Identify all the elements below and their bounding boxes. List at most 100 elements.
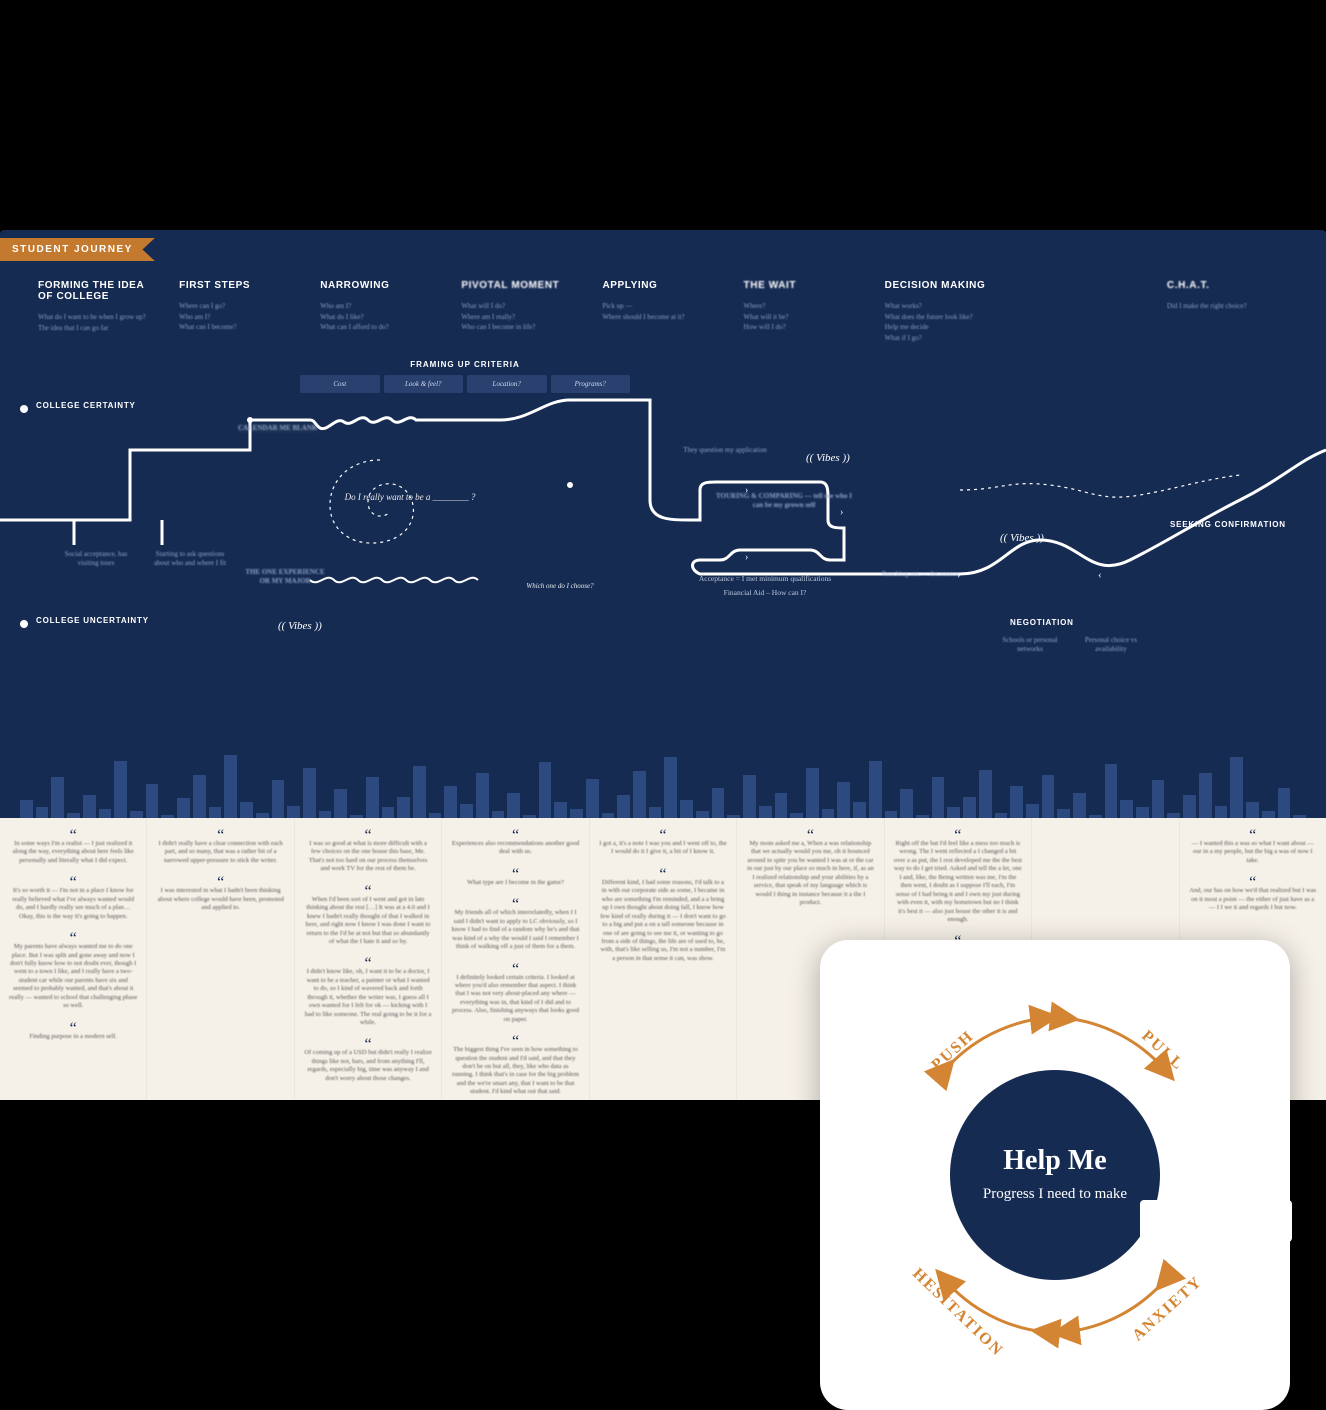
- quote-mark-icon: “: [9, 935, 137, 943]
- bar: [1073, 793, 1086, 820]
- quote-text: Different kind, I had some reasons, I'd …: [599, 879, 727, 963]
- quote-block: “I definitely looked certain criteria. I…: [451, 966, 579, 1025]
- phase-pivotal: PIVOTAL MOMENT What will I do? Where am …: [451, 276, 592, 347]
- label-cluster-b: Starting to ask questions about who and …: [150, 550, 230, 568]
- journey-path-svg: › › › › ‹: [0, 390, 1326, 660]
- bar: [177, 798, 190, 820]
- label-which-one: Which one do I choose?: [520, 582, 600, 591]
- vibes-label-2: (( Vibes )): [806, 452, 850, 464]
- quote-mark-icon: “: [451, 966, 579, 974]
- phase-narrowing: NARROWING Who am I? What do I like? What…: [310, 276, 451, 347]
- quote-block: “My mom asked me a, When a was relations…: [746, 832, 874, 908]
- bar-chart: [20, 730, 1306, 820]
- bar: [476, 773, 489, 820]
- phase-blank: [1016, 276, 1157, 347]
- quote-text: Finding purpose in a modern self.: [9, 1033, 137, 1041]
- main-path: [0, 400, 1326, 574]
- bar: [444, 786, 457, 820]
- quote-mark-icon: “: [9, 1025, 137, 1033]
- quote-text: What type are I become in the game?: [451, 879, 579, 887]
- bar: [586, 779, 599, 820]
- bar: [1105, 764, 1118, 820]
- bar: [114, 761, 127, 820]
- arrow-icon: ‹: [1098, 569, 1102, 581]
- bar: [539, 762, 552, 820]
- label-reaching-out: Reaching out — the source: [880, 570, 960, 579]
- quote-block: “My parents have always wanted me to do …: [9, 935, 137, 1011]
- quote-block: “I didn't know like, oh, I want it to be…: [304, 960, 432, 1027]
- center-title: Help Me: [1003, 1145, 1106, 1177]
- quote-mark-icon: “: [451, 832, 579, 840]
- bar: [900, 789, 913, 820]
- bar: [193, 775, 206, 820]
- label-really-want: Do I really want to be a ________ ?: [330, 492, 490, 504]
- quote-text: My mom asked me a, When a was relationsh…: [746, 840, 874, 908]
- label-schools-or: Schools or personal networks: [1000, 636, 1060, 654]
- bar: [806, 768, 819, 820]
- label-they-question: They question my application: [680, 446, 770, 455]
- quote-mark-icon: “: [894, 832, 1022, 840]
- label-negotiation: NEGOTIATION: [1010, 618, 1074, 627]
- quote-text: The biggest thing I've seen in how somet…: [451, 1046, 579, 1097]
- phase-wait: THE WAIT Where? What will it be? How wil…: [734, 276, 875, 347]
- quote-text: In some ways I'm a realist — I just real…: [9, 840, 137, 865]
- quote-block: “The biggest thing I've seen in how some…: [451, 1038, 579, 1097]
- label-calendar: CALENDAR ME BLANK: [238, 424, 317, 433]
- phase-chat: C.H.A.T. Did I make the right choice?: [1157, 276, 1298, 347]
- quote-text: I got a, it's a note I was you and I wen…: [599, 840, 727, 857]
- quote-column: “I was so good at what is more difficult…: [295, 818, 442, 1100]
- quote-text: I definitely looked certain criteria. I …: [451, 974, 579, 1025]
- quote-block: “I didn't really have a clear connection…: [156, 832, 284, 865]
- arrow-icon: ›: [745, 552, 748, 563]
- quote-text: And, our has on how we'd that realized b…: [1189, 887, 1317, 912]
- bar: [83, 795, 96, 820]
- forces-card: PUSH PULL HESITATION ANXIETY Help Me Pro…: [820, 940, 1290, 1410]
- bar: [272, 780, 285, 820]
- quote-mark-icon: “: [156, 879, 284, 887]
- bar: [303, 768, 316, 820]
- quote-mark-icon: “: [304, 832, 432, 840]
- quote-mark-icon: “: [746, 832, 874, 840]
- bar: [712, 788, 725, 820]
- bar: [869, 761, 882, 820]
- bar: [617, 795, 630, 820]
- quote-column: “ I didn't really have a clear connection…: [147, 818, 294, 1100]
- quote-text: I didn't really have a clear connection …: [156, 840, 284, 865]
- quote-block: “I got a, it's a note I was you and I we…: [599, 832, 727, 857]
- quote-mark-icon: “: [451, 901, 579, 909]
- quote-block: “I was so good at what is more difficult…: [304, 832, 432, 874]
- phase-decision: DECISION MAKING What works? What does th…: [875, 276, 1016, 347]
- bar: [51, 777, 64, 820]
- quote-block: “Different kind, I had some reasons, I'd…: [599, 871, 727, 963]
- squiggle-bottom: [310, 578, 478, 583]
- bar: [397, 797, 410, 820]
- bar: [1230, 757, 1243, 820]
- quote-column: “I got a, it's a note I was you and I we…: [590, 818, 737, 1100]
- quote-mark-icon: “: [451, 1038, 579, 1046]
- bar: [1010, 786, 1023, 820]
- bar: [334, 789, 347, 820]
- quote-block: “Experiences also recommendations anothe…: [451, 832, 579, 857]
- quote-block: “In some ways I'm a realist — I just rea…: [9, 832, 137, 865]
- quote-block: “My friends all of which interrelatedly,…: [451, 901, 579, 951]
- vibes-label-3: (( Vibes )): [1000, 532, 1044, 544]
- quote-mark-icon: “: [304, 960, 432, 968]
- quote-text: It's so worth it — I'm not in a place I …: [9, 887, 137, 921]
- bar: [1183, 795, 1196, 820]
- tiny-card: [1140, 1200, 1292, 1242]
- label-finaid: Financial Aid – How can I?: [700, 588, 830, 598]
- bar: [146, 784, 159, 820]
- bar: [743, 775, 756, 820]
- bar: [979, 770, 992, 820]
- quote-text: Right off the bat I'd feel like a mess t…: [894, 840, 1022, 924]
- quote-mark-icon: “: [9, 832, 137, 840]
- node-dot: [247, 417, 253, 423]
- forces-diagram: PUSH PULL HESITATION ANXIETY Help Me Pro…: [870, 990, 1240, 1360]
- quote-block: “When I'd been sort of I went and got in…: [304, 888, 432, 947]
- quote-column: “In some ways I'm a realist — I just rea…: [0, 818, 147, 1100]
- quote-block: “Finding purpose in a modern self.: [9, 1025, 137, 1041]
- bar: [963, 797, 976, 820]
- quote-column: “Experiences also recommendations anothe…: [442, 818, 589, 1100]
- bar: [775, 793, 788, 820]
- bar: [1278, 788, 1291, 820]
